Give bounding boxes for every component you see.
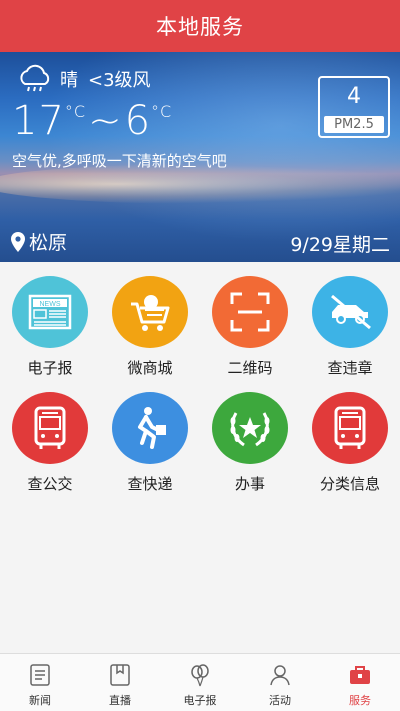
svg-text:NEWS: NEWS (40, 301, 61, 308)
service-mall-circle (112, 276, 188, 348)
temp-high: 17 (12, 98, 65, 144)
service-label: 微商城 (127, 359, 173, 377)
briefcase-icon (350, 666, 370, 684)
tab-label: 电子报 (183, 694, 217, 707)
newspaper-icon: NEWS (28, 294, 72, 330)
tab-label: 服务 (349, 694, 371, 707)
tab-epaper[interactable]: 电子报 (160, 654, 240, 711)
service-affairs-circle (212, 392, 288, 464)
courier-runner-icon (138, 407, 166, 449)
temp-low: 6 (124, 98, 152, 144)
service-label: 二维码 (227, 359, 273, 377)
service-classified[interactable]: 分类信息 (300, 378, 400, 494)
tab-label: 活动 (269, 694, 291, 707)
weather-condition-row: 晴 <3级风 (16, 64, 151, 94)
service-express[interactable]: 查快递 (100, 378, 200, 494)
header-title: 本地服务 (156, 15, 244, 39)
weather-panel: 晴 <3级风 17 °C ~ 6 °C 空气优,多呼吸一下清新的空气吧 4 PM… (0, 52, 400, 262)
bus-icon (34, 406, 66, 449)
tab-live[interactable]: 直播 (80, 654, 160, 711)
service-newspaper[interactable]: NEWS 电子报 (0, 262, 100, 378)
tab-label: 直播 (109, 694, 131, 707)
temp-high-unit: °C (64, 102, 87, 121)
service-qrcode[interactable]: 二维码 (200, 262, 300, 378)
cloud-rain-icon (20, 64, 50, 92)
bottom-tab-bar: 新闻 直播 电子报 活动 服务 (0, 653, 400, 711)
tab-news[interactable]: 新闻 (0, 654, 80, 711)
temp-separator: ~ (88, 98, 123, 144)
service-label: 办事 (234, 475, 265, 493)
qr-scan-icon (230, 292, 270, 332)
news-doc-icon (30, 664, 50, 686)
tab-activity[interactable]: 活动 (240, 654, 320, 711)
service-label: 分类信息 (319, 475, 380, 493)
person-icon (270, 665, 290, 686)
service-violation-circle (312, 276, 388, 348)
tab-label: 新闻 (29, 694, 51, 707)
location-name: 松原 (29, 232, 68, 254)
service-label: 查公交 (27, 475, 73, 493)
page-title: 本地服务 (0, 0, 400, 52)
service-mall[interactable]: 微商城 (100, 262, 200, 378)
wind-level: <3级风 (88, 70, 151, 91)
service-classified-circle (312, 392, 388, 464)
service-express-circle (112, 392, 188, 464)
tab-services[interactable]: 服务 (320, 654, 400, 711)
service-violation[interactable]: 查违章 (300, 262, 400, 378)
date-weekday: 9/29星期二 (290, 234, 390, 256)
no-car-icon (331, 294, 371, 330)
service-label: 查快递 (127, 475, 173, 493)
service-bus[interactable]: 查公交 (0, 378, 100, 494)
air-quality-text: 空气优,多呼吸一下清新的空气吧 (12, 152, 227, 170)
location[interactable]: 松原 (10, 228, 67, 255)
service-label: 电子报 (27, 359, 73, 377)
weather-condition: 晴 (60, 70, 78, 91)
temperature-range: 17 °C ~ 6 °C (12, 98, 172, 144)
star-laurel-icon (230, 412, 270, 447)
service-newspaper-circle: NEWS (12, 276, 88, 348)
balloon-icon (191, 664, 209, 687)
bus-icon (334, 406, 366, 449)
temp-low-unit: °C (151, 102, 173, 121)
service-affairs[interactable]: 办事 (200, 378, 300, 494)
shopping-cart-icon (131, 295, 170, 331)
pm25-label: PM2.5 (324, 116, 384, 133)
location-pin-icon (11, 231, 25, 252)
service-qrcode-circle (212, 276, 288, 348)
bookmark-icon (110, 664, 130, 686)
pm25-value: 4 (347, 84, 361, 109)
pm25-badge: 4 PM2.5 (318, 76, 390, 138)
service-label: 查违章 (327, 359, 373, 377)
service-bus-circle (12, 392, 88, 464)
